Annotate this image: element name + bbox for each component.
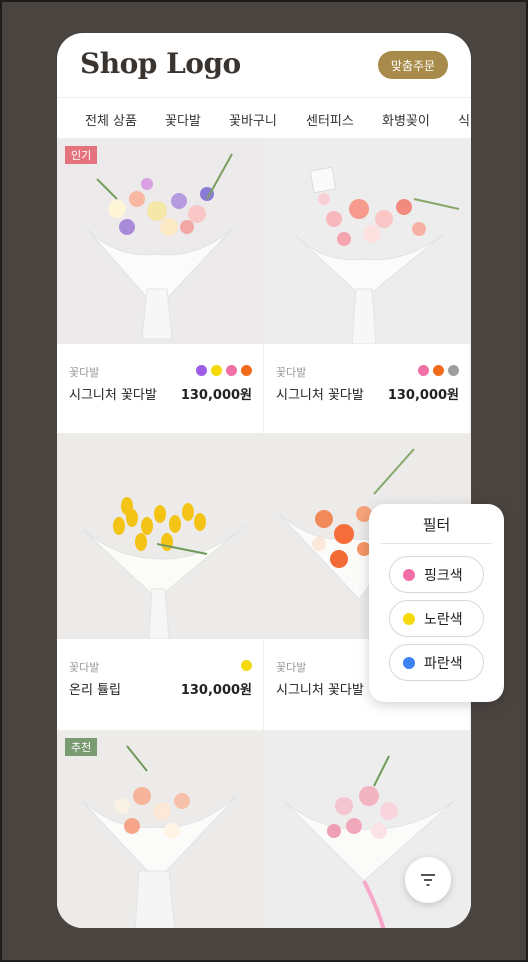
product-price: 130,000원 [180,683,252,698]
pink-bouquet-photo [264,139,471,344]
orange-color-dot [433,365,444,376]
shop-logo[interactable]: Shop Logo [80,47,241,80]
product-card[interactable]: 꽃다발 온리 튤립 130,000원 [57,434,264,731]
product-name: 시그니처 꽃다발 [276,388,364,403]
product-card[interactable]: 꽃다발 시그니처 꽃다발 130,000원 [264,139,471,434]
popular-badge: 인기 [65,146,98,164]
custom-order-button[interactable]: 맞춤주문 [378,51,448,79]
color-dots [196,365,252,376]
orange-color-dot [241,365,252,376]
nav-item-basket[interactable]: 꽃바구니 [229,110,277,129]
nav-item-vase[interactable]: 화병꽂이 [382,110,430,129]
filter-option-label: 파란색 [424,655,463,672]
pink-swatch [403,568,415,581]
product-card[interactable]: 인기 꽃다발 시그니처 꽃다발 130,000원 [57,139,264,434]
product-price: 130,000원 [387,388,459,403]
filter-icon [421,874,435,886]
product-info: 꽃다발 시그니처 꽃다발 130,000원 [57,344,264,434]
product-price: 130,000원 [180,388,252,403]
product-category: 꽃다발 [276,661,307,674]
filter-option-yellow[interactable]: 노란색 [389,600,484,637]
color-filter-panel: 필터 핑크색 노란색 파란색 [369,504,504,702]
yellow-color-dot [211,365,222,376]
pink-color-dot [226,365,237,376]
product-photo [57,139,264,344]
product-info: 꽃다발 온리 튤립 130,000원 [57,639,264,729]
filter-title: 필터 [422,516,451,534]
peach-bouquet-photo [57,731,264,928]
yellow-swatch [403,612,415,625]
gray-color-dot [448,365,459,376]
product-card[interactable]: 추천 [57,731,264,928]
blue-swatch [403,656,415,669]
nav-item-bouquet[interactable]: 꽃다발 [165,110,201,129]
filter-fab-button[interactable] [405,857,451,903]
nav-item-centerpiece[interactable]: 센터피스 [306,110,354,129]
filter-option-label: 노란색 [424,611,463,628]
recommend-badge: 추천 [65,738,98,756]
yellow-color-dot [241,660,252,671]
pink-color-dot [418,365,429,376]
product-category: 꽃다발 [69,661,100,674]
filter-option-pink[interactable]: 핑크색 [389,556,484,593]
app-screen: Shop Logo 맞춤주문 전체 상품 꽃다발 꽃바구니 센터피스 화병꽂이 … [57,33,471,928]
mixed-bouquet-photo [57,139,264,344]
product-name: 온리 튤립 [69,683,121,698]
color-dots [241,660,252,671]
nav-item-all[interactable]: 전체 상품 [85,110,137,129]
product-name: 시그니처 꽃다발 [69,388,157,403]
product-name: 시그니처 꽃다발 [276,683,364,698]
purple-color-dot [196,365,207,376]
color-dots [418,365,459,376]
filter-option-label: 핑크색 [424,567,463,584]
yellow-tulips-photo [57,434,264,639]
product-category: 꽃다발 [69,366,100,379]
product-info: 꽃다발 시그니처 꽃다발 130,000원 [264,344,471,434]
product-category: 꽃다발 [276,366,307,379]
product-photo [264,139,471,344]
product-photo [57,434,264,639]
filter-option-blue[interactable]: 파란색 [389,644,484,681]
nav-item-more[interactable]: 식 [458,110,470,129]
product-photo [57,731,264,928]
header: Shop Logo 맞춤주문 [57,33,471,97]
filter-divider [381,543,492,544]
category-nav: 전체 상품 꽃다발 꽃바구니 센터피스 화병꽂이 식 [57,97,471,139]
